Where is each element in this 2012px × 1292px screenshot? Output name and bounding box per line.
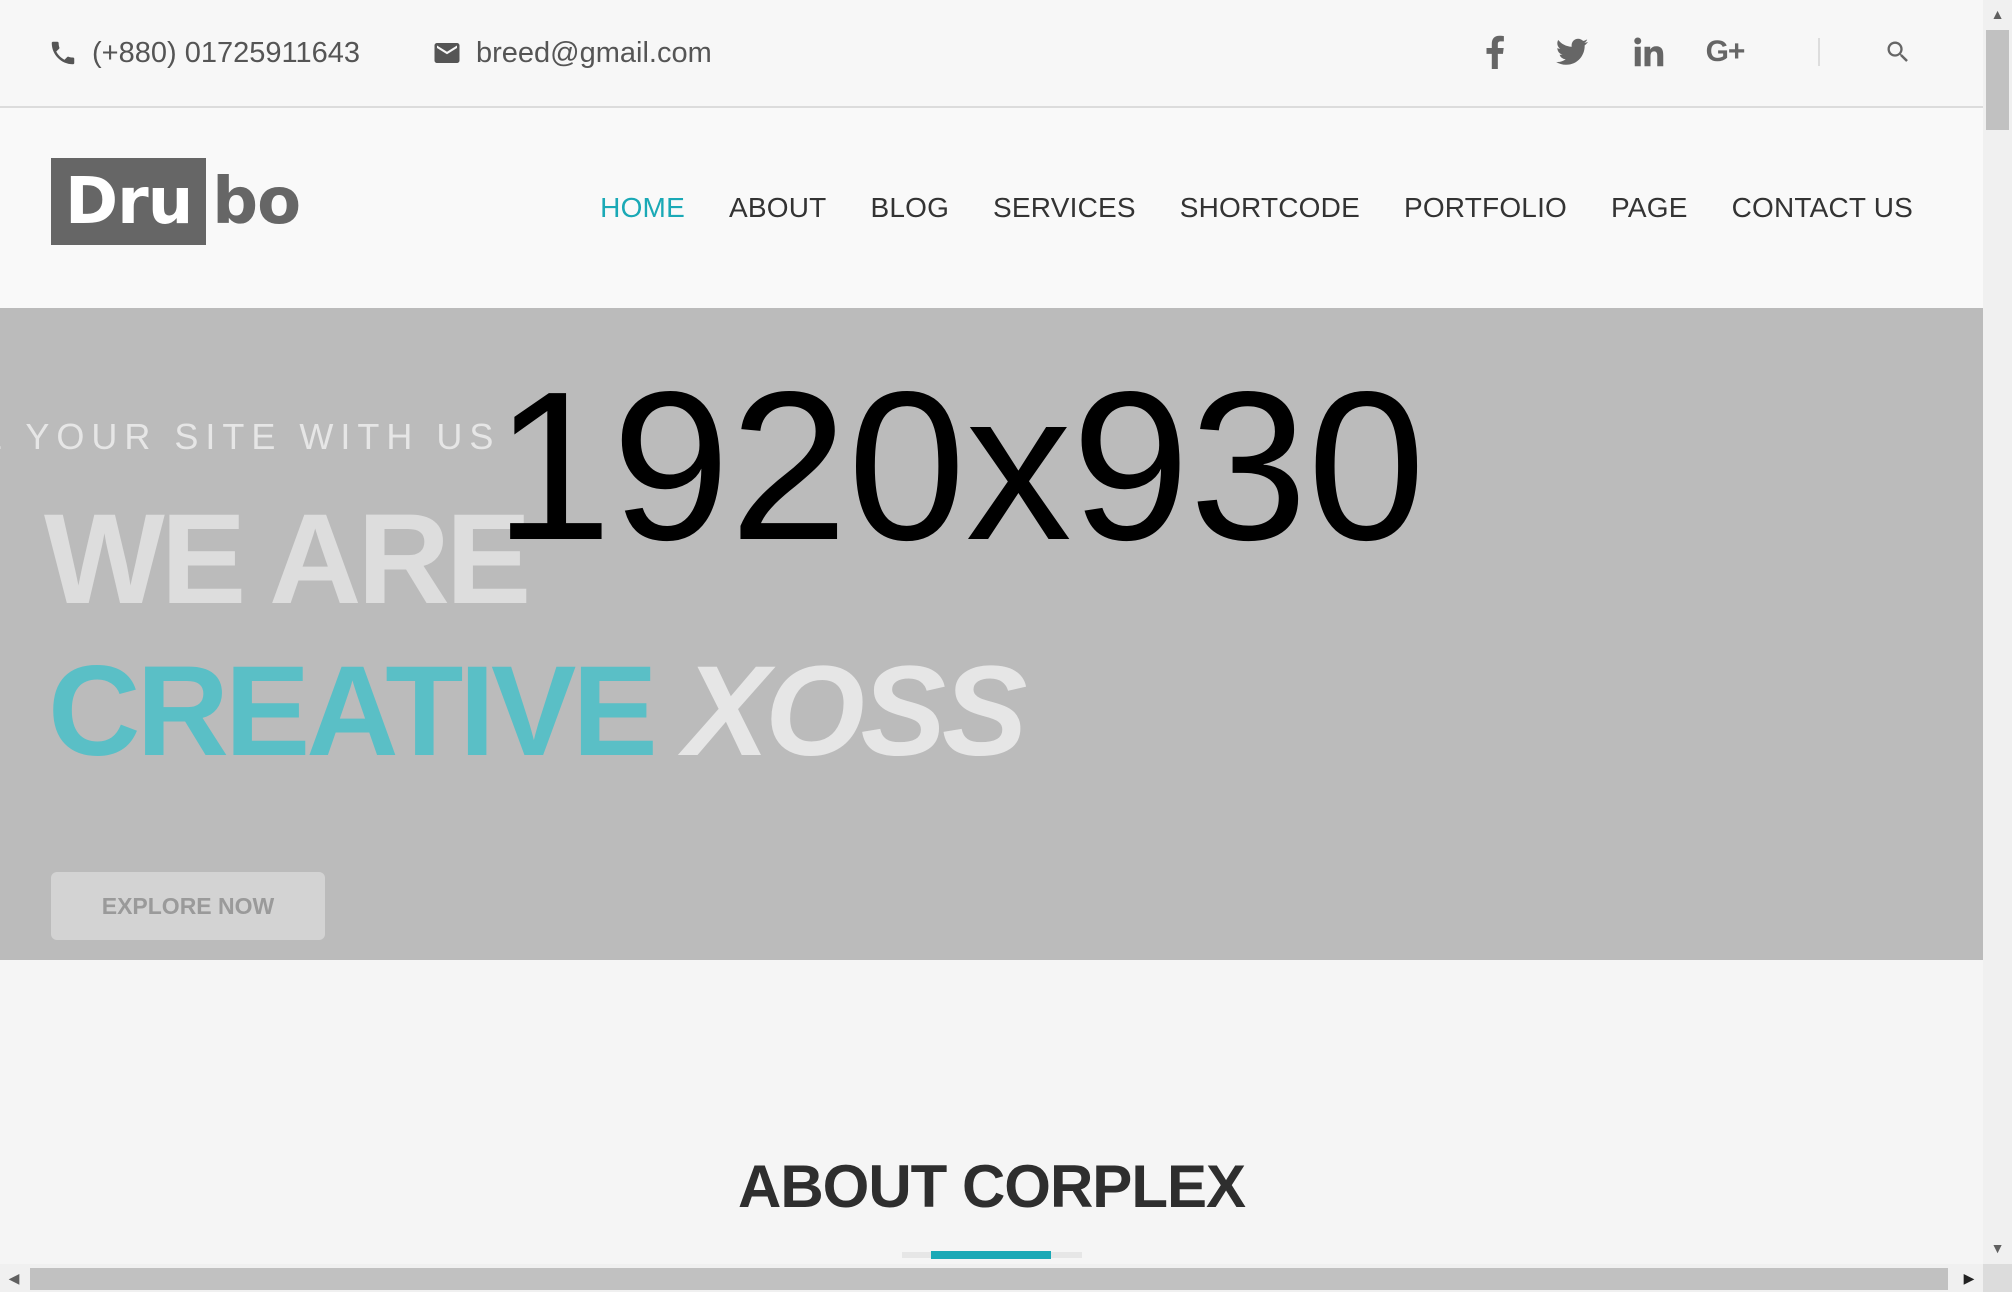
linkedin-link[interactable] <box>1632 28 1666 76</box>
logo-rest-text: bo <box>212 164 301 239</box>
horizontal-scrollbar[interactable]: ◀ ▶ <box>0 1264 1983 1292</box>
hero-heading-line1: WE ARE <box>44 488 531 631</box>
nav-item-home[interactable]: HOME <box>600 192 685 224</box>
main-nav: HOME ABOUT BLOG SERVICES SHORTCODE PORTF… <box>556 108 1913 308</box>
scroll-up-arrow-icon[interactable]: ▲ <box>1983 4 2012 24</box>
hero-heading-rest: XOSS <box>683 640 1028 783</box>
google-plus-icon: G+ <box>1705 35 1746 68</box>
nav-item-portfolio[interactable]: PORTFOLIO <box>1404 192 1567 224</box>
phone-number: (+880) 01725911643 <box>92 36 360 69</box>
nav-item-page[interactable]: PAGE <box>1611 192 1688 224</box>
section-title: ABOUT CORPLEX <box>737 1153 1246 1220</box>
scroll-left-arrow-icon[interactable]: ◀ <box>2 1264 26 1292</box>
facebook-link[interactable] <box>1480 28 1510 76</box>
nav-item-about[interactable]: ABOUT <box>729 192 826 224</box>
scroll-right-arrow-icon[interactable]: ▶ <box>1957 1264 1981 1292</box>
vertical-scrollbar[interactable]: ▲ ▼ <box>1983 0 2012 1264</box>
hero-tagline: E YOUR SITE WITH US <box>0 416 501 457</box>
email-address: breed@gmail.com <box>476 36 712 69</box>
nav-item-shortcode[interactable]: SHORTCODE <box>1180 192 1360 224</box>
hero-heading-accent: CREATIVE <box>48 640 658 783</box>
nav-item-services[interactable]: SERVICES <box>993 192 1136 224</box>
search-icon <box>1887 41 1908 62</box>
hero-slider: E YOUR SITE WITH US WE ARE 1920x930 CREA… <box>0 308 1983 960</box>
scroll-down-arrow-icon[interactable]: ▼ <box>1983 1238 2012 1258</box>
mail-icon <box>434 43 460 63</box>
site-header: Dru bo HOME ABOUT BLOG SERVICES SHORTCOD… <box>0 108 1983 308</box>
top-bar: (+880) 01725911643 breed@gmail.com G+ <box>0 0 1983 108</box>
hero-heading-line2: CREATIVE XOSS <box>48 638 1028 785</box>
scrollbar-corner <box>1983 1264 2012 1292</box>
nav-item-contact-us[interactable]: CONTACT US <box>1732 192 1913 224</box>
logo-box-text: Dru <box>51 158 207 245</box>
facebook-icon <box>1486 35 1504 69</box>
twitter-icon <box>1556 38 1588 65</box>
explore-now-button[interactable]: EXPLORE NOW <box>51 872 325 940</box>
divider <box>1818 38 1820 66</box>
title-underline <box>931 1251 1051 1259</box>
search-button[interactable] <box>1878 32 1918 72</box>
vertical-scroll-thumb[interactable] <box>1986 30 2009 130</box>
linkedin-icon <box>1634 37 1664 67</box>
phone-icon <box>51 41 75 65</box>
nav-item-blog[interactable]: BLOG <box>870 192 949 224</box>
twitter-link[interactable] <box>1554 28 1590 76</box>
logo[interactable]: Dru bo <box>51 158 301 245</box>
phone-contact[interactable]: (+880) 01725911643 <box>48 0 360 106</box>
email-contact[interactable]: breed@gmail.com <box>432 0 712 106</box>
horizontal-scroll-thumb[interactable] <box>30 1268 1948 1290</box>
image-placeholder-text: 1920x930 <box>494 347 1426 584</box>
google-plus-link[interactable]: G+ <box>1702 28 1748 76</box>
